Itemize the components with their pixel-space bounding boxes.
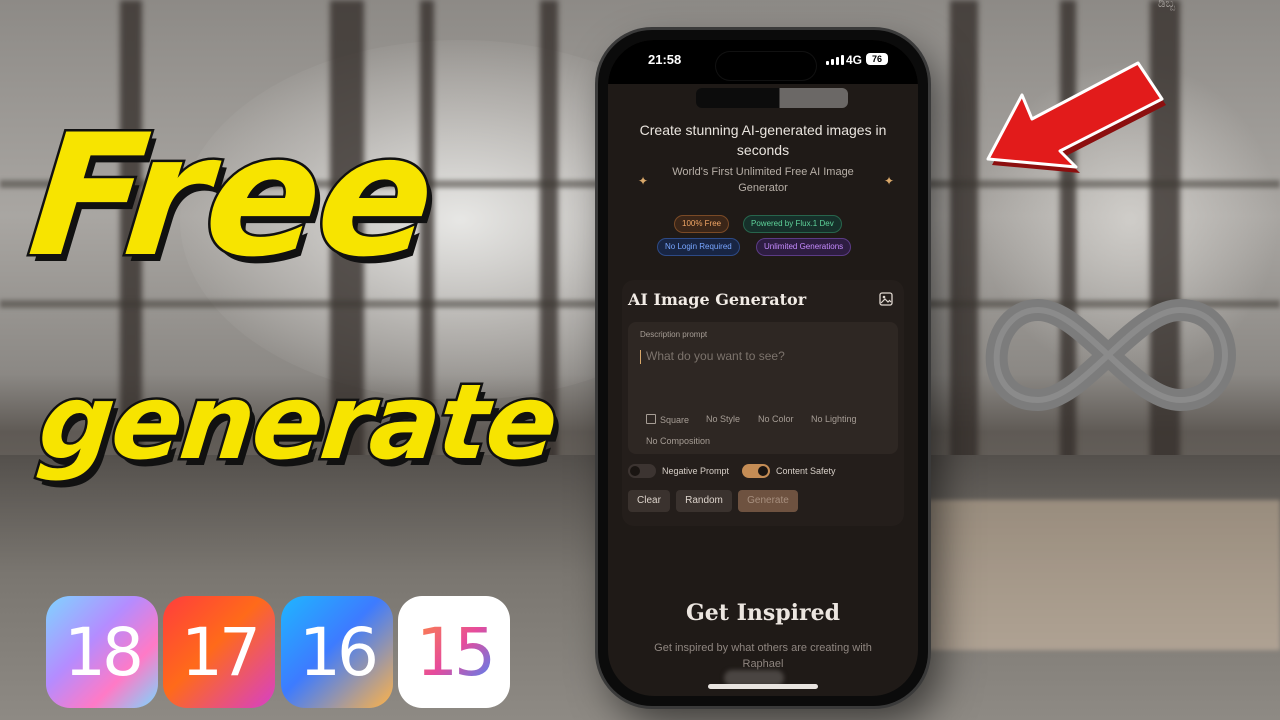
- sparkle-icon: ✦: [638, 174, 649, 188]
- random-button[interactable]: Random: [676, 490, 732, 512]
- badge-free: 100% Free: [674, 215, 730, 233]
- inspired-subtitle: Get inspired by what others are creating…: [654, 642, 872, 670]
- option-no-composition[interactable]: No Composition: [646, 436, 710, 446]
- prompt-label: Description prompt: [640, 330, 708, 339]
- text-caret: [640, 350, 641, 364]
- badge-powered-by: Powered by Flux.1 Dev: [743, 215, 842, 233]
- prompt-field[interactable]: Description prompt What do you want to s…: [628, 322, 898, 454]
- status-bar: 21:58 4G 76: [608, 40, 918, 84]
- ios-18-badge: 18: [46, 596, 158, 708]
- signal-icon: [826, 55, 844, 65]
- sparkle-icon: ✦: [884, 174, 895, 188]
- content-safety-toggle[interactable]: [742, 464, 770, 478]
- phone-mockup: 21:58 4G 76 Create stunning AI-generated…: [598, 30, 928, 706]
- option-no-lighting[interactable]: No Lighting: [811, 414, 857, 424]
- generate-button[interactable]: Generate: [738, 490, 798, 512]
- background-wood-surface: [900, 500, 1280, 650]
- badge-no-login: No Login Required: [657, 238, 740, 256]
- network-type: 4G: [846, 53, 863, 67]
- red-arrow-icon: [986, 61, 1166, 173]
- square-checkbox[interactable]: [646, 414, 656, 424]
- option-no-style[interactable]: No Style: [706, 414, 740, 424]
- negative-prompt-toggle[interactable]: [628, 464, 656, 478]
- hero-title-free: Free: [19, 96, 444, 297]
- prompt-placeholder: What do you want to see?: [646, 349, 785, 363]
- image-icon: [879, 292, 893, 306]
- dynamic-island: [716, 52, 816, 80]
- inspired-title: Get Inspired: [686, 600, 840, 626]
- hero-headline: Create stunning AI-generated images in s…: [639, 122, 887, 158]
- clear-button[interactable]: Clear: [628, 490, 670, 512]
- hero-subline: World's First Unlimited Free AI Image Ge…: [672, 166, 854, 194]
- badge-unlimited: Unlimited Generations: [756, 238, 852, 256]
- ios-16-badge: 16: [281, 596, 393, 708]
- infinity-icon: [985, 299, 1236, 411]
- generator-title: AI Image Generator: [628, 290, 807, 309]
- image-upload-button[interactable]: [876, 289, 896, 309]
- ios-15-badge: 15: [398, 596, 510, 708]
- corner-watermark: ಡಿಬ್ಬ: [1158, 0, 1176, 10]
- option-square[interactable]: Square: [646, 414, 689, 425]
- home-indicator[interactable]: [708, 684, 818, 689]
- ios-17-badge: 17: [163, 596, 275, 708]
- phone-screen: 21:58 4G 76 Create stunning AI-generated…: [608, 40, 918, 696]
- status-time: 21:58: [648, 52, 682, 67]
- redacted-header-strip: [696, 88, 848, 108]
- generator-card: AI Image Generator Description prompt Wh…: [622, 280, 904, 526]
- battery-icon: 76: [866, 53, 888, 65]
- option-no-color[interactable]: No Color: [758, 414, 794, 424]
- content-safety-label: Content Safety: [776, 466, 836, 476]
- hero-title-generate: generate: [31, 359, 564, 486]
- negative-prompt-label: Negative Prompt: [662, 466, 730, 476]
